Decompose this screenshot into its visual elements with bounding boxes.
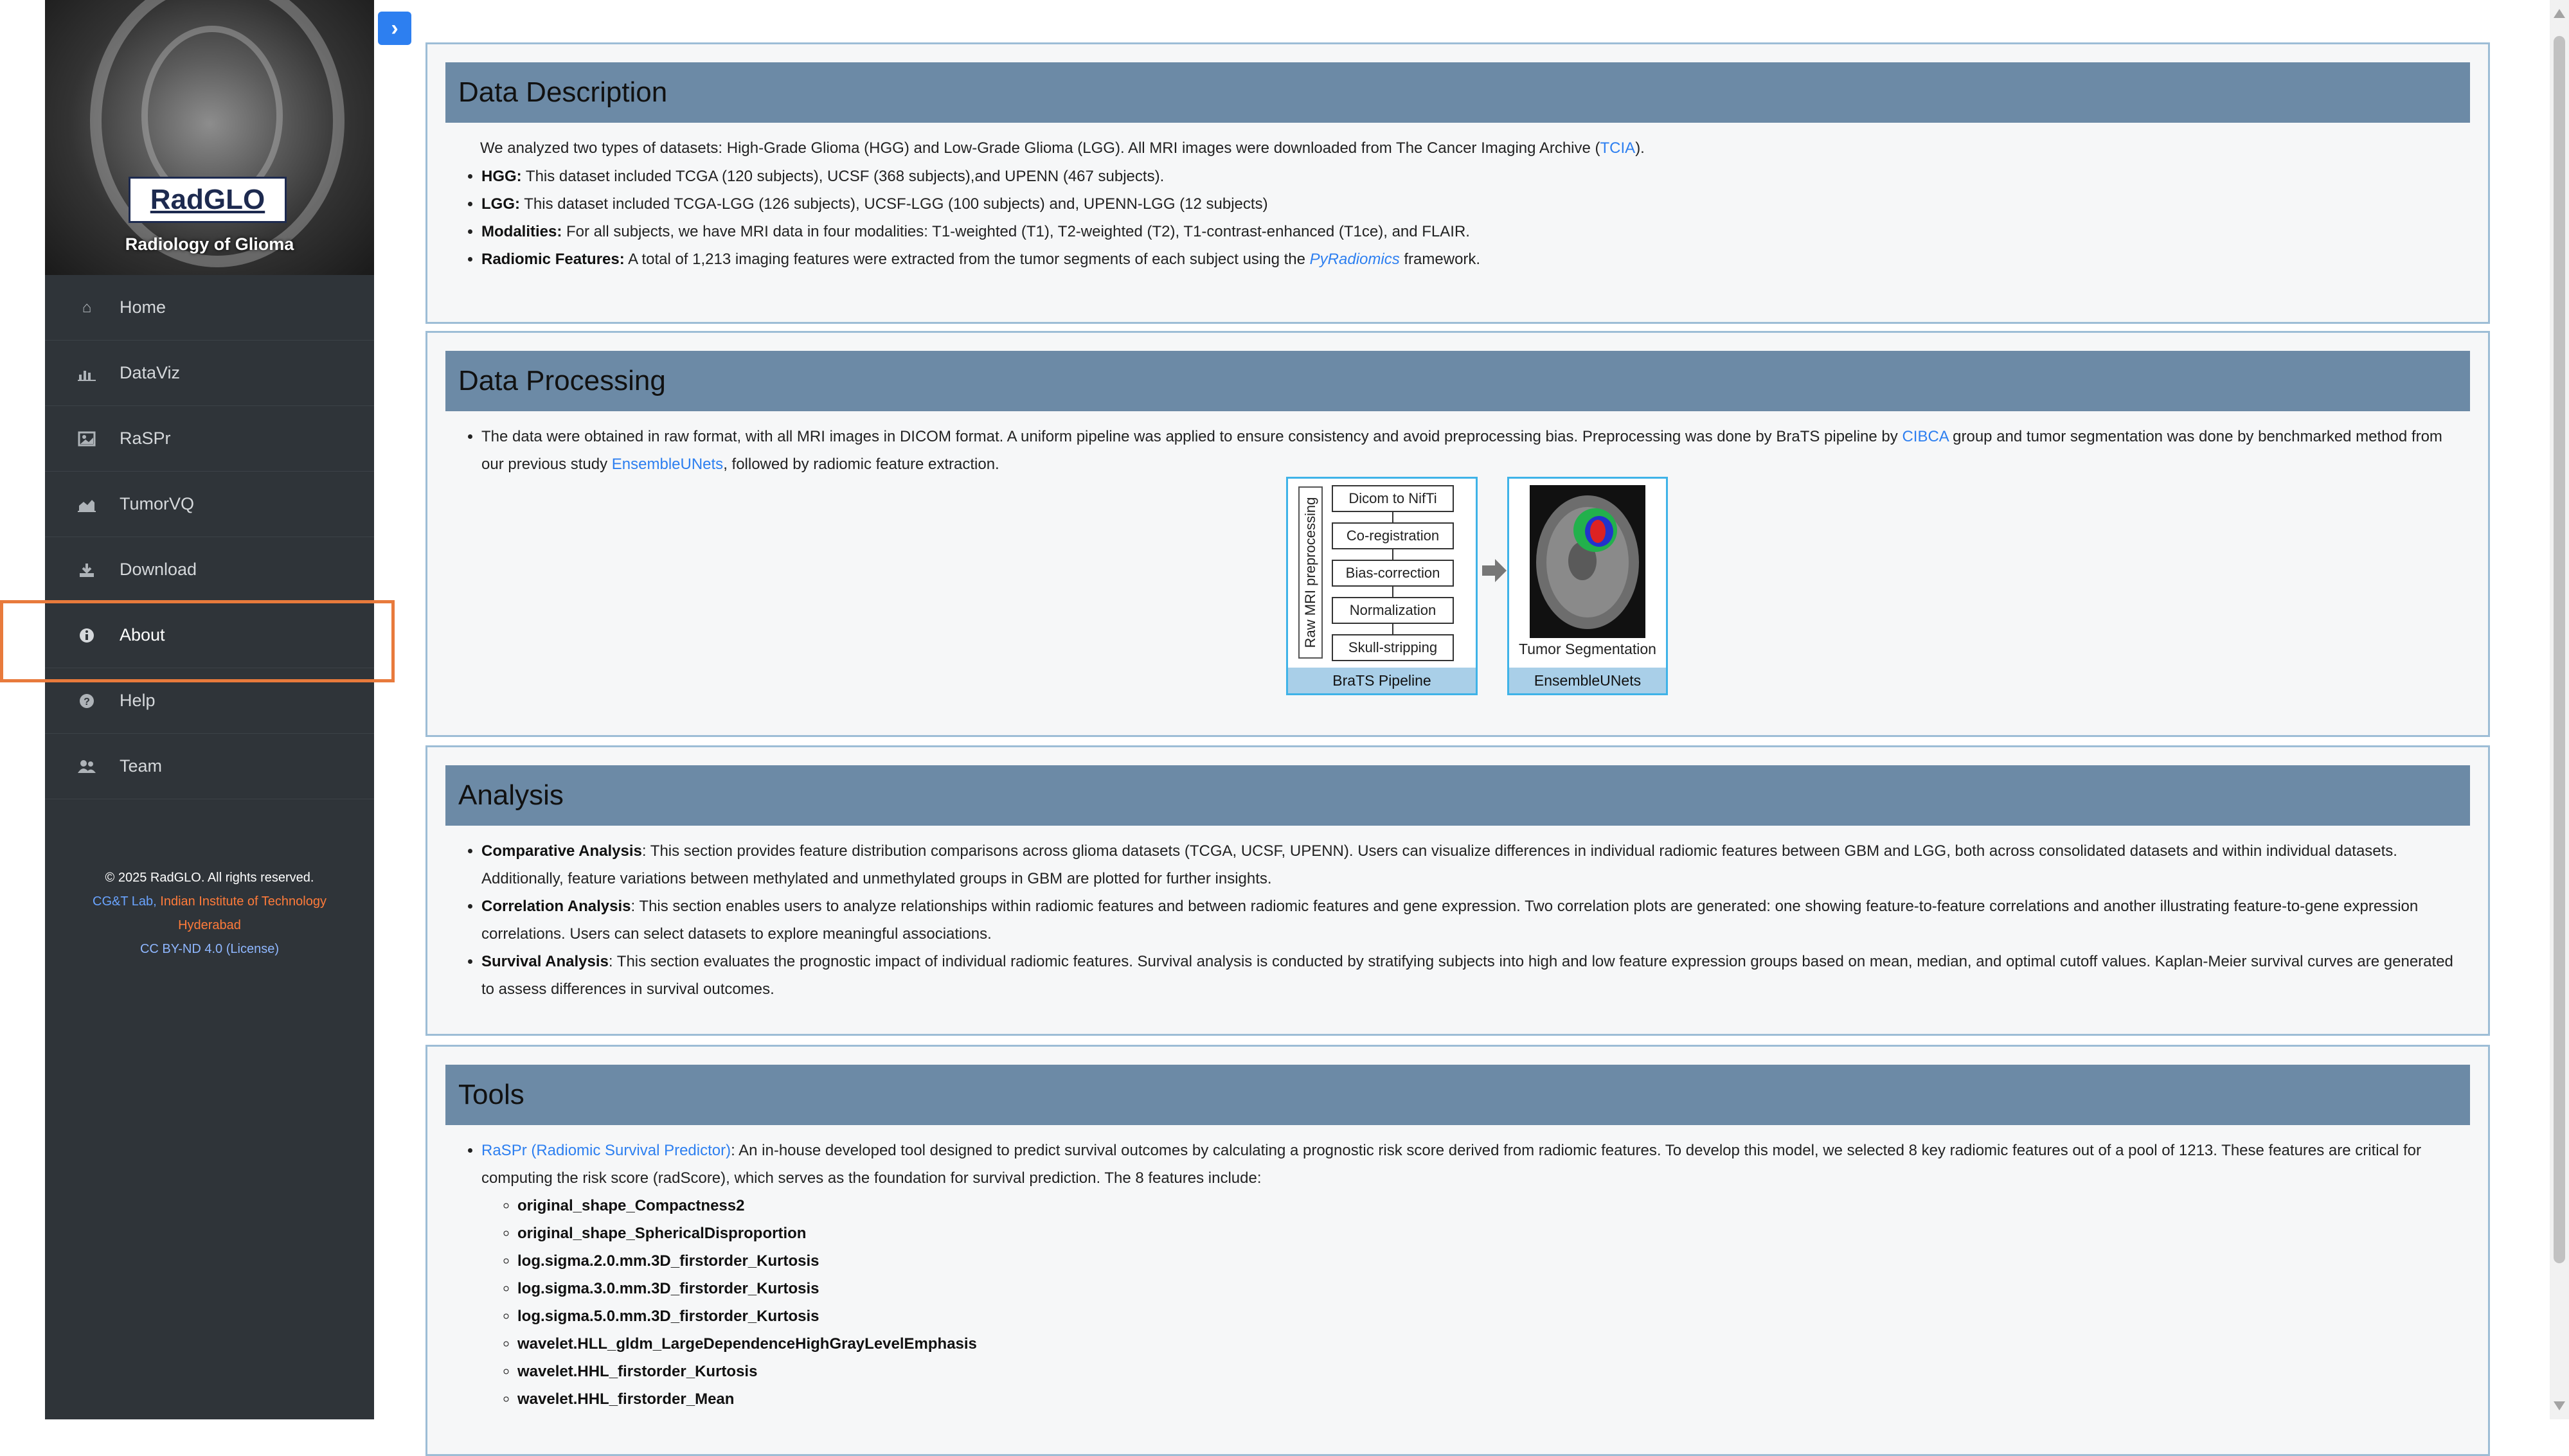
section-title: Data Description: [445, 62, 2470, 123]
sidebar-item-label: RaSPr: [120, 429, 171, 448]
pipeline-step: Dicom to NifTi: [1332, 485, 1454, 512]
figure-caption: EnsembleUNets: [1509, 668, 1666, 693]
segmentation-figure: Tumor Segmentation EnsembleUNets: [1507, 477, 1668, 695]
brain-segmentation-image: [1530, 485, 1645, 638]
analysis-section: Analysis Comparative Analysis: This sect…: [425, 745, 2490, 1036]
tools-section: Tools RaSPr (Radiomic Survival Predictor…: [425, 1045, 2490, 1456]
tcia-link[interactable]: TCIA: [1600, 139, 1636, 157]
download-icon: [77, 560, 96, 580]
sidebar-toggle-button[interactable]: ›: [378, 12, 411, 45]
sidebar-nav: ⌂ Home DataViz RaSPr TumorVQ Download Ab…: [45, 275, 374, 799]
lab-city[interactable]: Hyderabad: [45, 914, 374, 937]
list-item: HGG: This dataset included TCGA (120 sub…: [481, 163, 2462, 190]
feature-item: original_shape_Compactness2: [517, 1192, 2462, 1220]
description-list: HGG: This dataset included TCGA (120 sub…: [451, 163, 2462, 273]
cibca-link[interactable]: CIBCA: [1902, 428, 1948, 445]
correlation-analysis-link[interactable]: Correlation Analysis: [481, 898, 631, 915]
pyradiomics-link[interactable]: PyRadiomics: [1310, 251, 1400, 268]
survival-analysis-link[interactable]: Survival Analysis: [481, 953, 609, 970]
processing-list: The data were obtained in raw format, wi…: [451, 423, 2462, 478]
list-item: Correlation Analysis: This section enabl…: [481, 892, 2462, 948]
figure-caption: BraTS Pipeline: [1288, 668, 1476, 693]
description-intro: We analyzed two types of datasets: High-…: [480, 139, 1645, 157]
pipeline-step: Co-registration: [1332, 522, 1454, 549]
page-scrollbar[interactable]: [2550, 0, 2569, 1419]
tools-list: RaSPr (Radiomic Survival Predictor): An …: [451, 1137, 2462, 1413]
list-item: Comparative Analysis: This section provi…: [481, 837, 2462, 892]
brand-tagline: Radiology of Glioma: [125, 235, 294, 254]
sidebar-item-home[interactable]: ⌂ Home: [45, 275, 374, 341]
section-title: Tools: [445, 1065, 2470, 1125]
feature-item: wavelet.HLL_gldm_LargeDependenceHighGray…: [517, 1330, 2462, 1358]
brand-banner: RadGLO Radiology of Glioma: [45, 0, 374, 275]
chevron-right-icon: ›: [391, 15, 398, 40]
sidebar-item-tumorvq[interactable]: TumorVQ: [45, 472, 374, 537]
pipeline-vertical-label: Raw MRI preprocessing: [1298, 486, 1323, 659]
users-icon: [77, 757, 96, 776]
sidebar: RadGLO Radiology of Glioma ⌂ Home DataVi…: [45, 0, 374, 1419]
list-item: Survival Analysis: This section evaluate…: [481, 948, 2462, 1003]
lab-name[interactable]: CG&T Lab,: [93, 894, 157, 909]
raspr-link[interactable]: RaSPr (Radiomic Survival Predictor): [481, 1142, 731, 1159]
sidebar-item-label: Help: [120, 691, 156, 710]
pipeline-step: Normalization: [1332, 597, 1454, 624]
list-item: LGG: This dataset included TCGA-LGG (126…: [481, 190, 2462, 218]
home-icon: ⌂: [82, 298, 92, 316]
arrow-right-icon: [1482, 559, 1507, 582]
lab-institute[interactable]: Indian Institute of Technology: [157, 894, 327, 909]
sidebar-item-label: DataViz: [120, 363, 181, 382]
license-link[interactable]: CC BY-ND 4.0 (License): [45, 937, 374, 961]
scrollbar-thumb[interactable]: [2554, 36, 2565, 1263]
list-item: Modalities: For all subjects, we have MR…: [481, 218, 2462, 245]
ensembleunets-link[interactable]: EnsembleUNets: [612, 456, 723, 473]
section-title: Data Processing: [445, 351, 2470, 411]
list-item: RaSPr (Radiomic Survival Predictor): An …: [481, 1137, 2462, 1413]
sidebar-item-label: Team: [120, 756, 163, 776]
list-item: Radiomic Features: A total of 1,213 imag…: [481, 245, 2462, 273]
scroll-down-icon[interactable]: [2554, 1401, 2565, 1410]
data-description-section: Data Description We analyzed two types o…: [425, 42, 2490, 324]
sidebar-item-label: Download: [120, 560, 197, 579]
segmentation-label: Tumor Segmentation: [1519, 641, 1656, 657]
question-icon: ?: [77, 691, 96, 711]
feature-item: log.sigma.3.0.mm.3D_firstorder_Kurtosis: [517, 1275, 2462, 1302]
list-item: The data were obtained in raw format, wi…: [481, 423, 2462, 478]
feature-item: wavelet.HHL_firstorder_Kurtosis: [517, 1358, 2462, 1385]
copyright-text: © 2025 RadGLO. All rights reserved.: [105, 871, 314, 885]
scroll-up-icon[interactable]: [2554, 9, 2565, 18]
section-title: Analysis: [445, 765, 2470, 826]
image-icon: [77, 429, 96, 448]
sidebar-footer: © 2025 RadGLO. All rights reserved. CG&T…: [45, 866, 374, 961]
bar-chart-icon: [77, 364, 96, 383]
svg-text:?: ?: [84, 697, 90, 707]
pipeline-step: Skull-stripping: [1332, 634, 1454, 661]
sidebar-item-team[interactable]: Team: [45, 734, 374, 799]
sidebar-item-dataviz[interactable]: DataViz: [45, 341, 374, 406]
sidebar-item-download[interactable]: Download: [45, 537, 374, 603]
lab-credit[interactable]: CG&T Lab, Indian Institute of Technology: [45, 890, 374, 914]
comparative-analysis-link[interactable]: Comparative Analysis: [481, 842, 642, 860]
feature-list: original_shape_Compactness2 original_sha…: [481, 1192, 2462, 1413]
sidebar-item-label: Home: [120, 297, 166, 317]
about-highlight-box: [0, 600, 395, 682]
data-processing-section: Data Processing The data were obtained i…: [425, 331, 2490, 737]
sidebar-item-label: TumorVQ: [120, 494, 195, 513]
pipeline-step: Bias-correction: [1332, 560, 1454, 587]
feature-item: log.sigma.2.0.mm.3D_firstorder_Kurtosis: [517, 1247, 2462, 1275]
feature-item: original_shape_SphericalDisproportion: [517, 1220, 2462, 1247]
feature-item: wavelet.HHL_firstorder_Mean: [517, 1385, 2462, 1413]
area-chart-icon: [77, 495, 96, 514]
brand-logo[interactable]: RadGLO: [129, 177, 287, 223]
sidebar-item-raspr[interactable]: RaSPr: [45, 406, 374, 472]
feature-item: log.sigma.5.0.mm.3D_firstorder_Kurtosis: [517, 1302, 2462, 1330]
analysis-list: Comparative Analysis: This section provi…: [451, 837, 2462, 1003]
brats-pipeline-figure: Raw MRI preprocessing Dicom to NifTi Co-…: [1286, 477, 1478, 695]
